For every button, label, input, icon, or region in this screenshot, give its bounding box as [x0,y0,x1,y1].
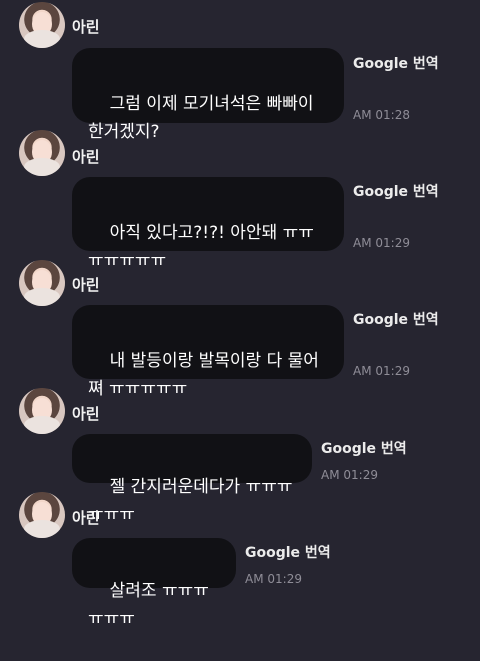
message-bubble[interactable]: 내 발등이랑 발목이랑 다 물어쪄 ㅠㅠㅠㅠㅠ [72,305,344,399]
message-bubble[interactable]: 그럼 이제 모기녀석은 빠빠이한거겠지? [72,48,344,142]
google-translate-button[interactable]: Google 번역 [353,309,439,329]
google-translate-button[interactable]: Google 번역 [353,181,439,201]
message-time: AM 01:29 [321,468,378,482]
google-translate-button[interactable]: Google 번역 [245,542,331,562]
message-time: AM 01:29 [353,364,410,378]
sender-name: 아린 [72,276,100,294]
avatar[interactable] [19,492,65,538]
message-time: AM 01:28 [353,108,410,122]
avatar[interactable] [19,130,65,176]
google-translate-button[interactable]: Google 번역 [353,53,439,73]
avatar[interactable] [19,2,65,48]
sender-name: 아린 [72,405,100,423]
message-text: 젤 간지러운데다가 ㅠㅠㅠㅠㅠㅠ [88,477,293,525]
message-text: 아직 있다고?!?! 아안돼 ㅠㅠㅠㅠㅠㅠㅠ [88,223,314,271]
message-bubble[interactable]: 젤 간지러운데다가 ㅠㅠㅠㅠㅠㅠ [72,434,312,525]
message-text: 그럼 이제 모기녀석은 빠빠이한거겠지? [88,94,314,142]
message-text: 살려조 ㅠㅠㅠㅠㅠㅠ [88,581,209,629]
message-time: AM 01:29 [245,572,302,586]
avatar[interactable] [19,260,65,306]
message-time: AM 01:29 [353,236,410,250]
google-translate-button[interactable]: Google 번역 [321,438,407,458]
message-bubble[interactable]: 살려조 ㅠㅠㅠㅠㅠㅠ [72,538,236,629]
message-bubble[interactable]: 아직 있다고?!?! 아안돼 ㅠㅠㅠㅠㅠㅠㅠ [72,177,344,271]
avatar[interactable] [19,388,65,434]
sender-name: 아린 [72,148,100,166]
sender-name: 아린 [72,509,100,527]
sender-name: 아린 [72,18,100,36]
message-text: 내 발등이랑 발목이랑 다 물어쪄 ㅠㅠㅠㅠㅠ [88,351,319,399]
